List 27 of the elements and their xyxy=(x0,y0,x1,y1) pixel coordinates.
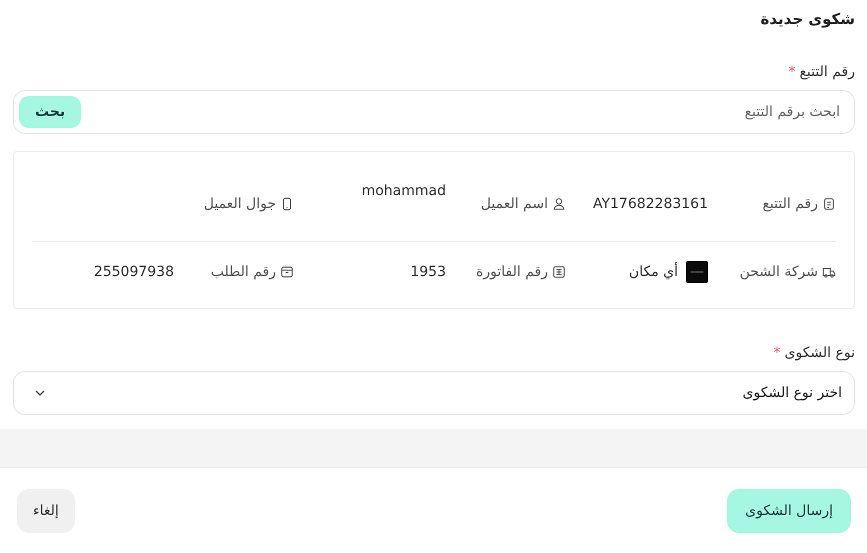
detail-label: جوال العميل xyxy=(204,196,276,212)
submit-button[interactable]: إرسال الشكوى xyxy=(727,488,851,532)
required-mark: * xyxy=(774,345,780,361)
detail-value: AY17682283161 xyxy=(592,196,708,212)
cancel-button[interactable]: إلغاء xyxy=(17,488,75,532)
field-label: رقم التتبع xyxy=(799,64,855,80)
document-icon xyxy=(822,196,836,210)
search-button[interactable]: بحث xyxy=(19,96,82,128)
detail-value: 1953 xyxy=(410,264,446,280)
box-icon xyxy=(280,265,294,279)
detail-label: شركة الشحن xyxy=(740,264,818,280)
detail-label: رقم الطلب xyxy=(210,264,276,280)
detail-value: أي مكان xyxy=(628,264,678,280)
required-mark: * xyxy=(788,64,796,80)
invoice-icon xyxy=(552,265,566,279)
detail-label: رقم الفاتورة xyxy=(476,264,548,280)
truck-icon xyxy=(822,265,836,279)
field-label: نوع الشكوى xyxy=(784,345,855,361)
detail-label: اسم العميل xyxy=(480,196,548,212)
detail-label: رقم التتبع xyxy=(762,196,818,212)
detail-value: mohammad xyxy=(362,183,446,199)
dialog-title: شكوى جديدة xyxy=(760,9,855,28)
phone-icon xyxy=(280,196,294,210)
detail-value: 255097938 xyxy=(94,264,174,280)
person-icon xyxy=(552,196,566,210)
search-field[interactable]: ابحث برقم التتبع بحث xyxy=(13,90,855,134)
complaint-type-select[interactable]: اختر نوع الشكوى xyxy=(13,371,855,415)
